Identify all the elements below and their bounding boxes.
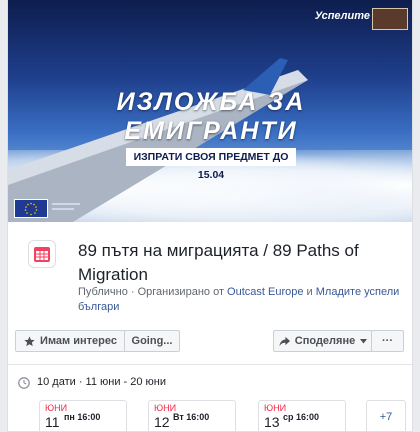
- date-chip[interactable]: ЮНИ 12 Вт 16:00: [148, 400, 236, 431]
- going-button[interactable]: Going...: [124, 330, 180, 352]
- date-time: ср 16:00: [283, 412, 320, 422]
- section-divider: [8, 364, 412, 365]
- date-day: 12: [154, 414, 170, 430]
- more-options-button[interactable]: ···: [371, 330, 404, 352]
- date-day: 11: [45, 414, 60, 430]
- star-icon: [24, 335, 35, 346]
- event-title: 89 пътя на миграцията / 89 Paths of Migr…: [78, 241, 359, 284]
- more-options-label: ···: [382, 335, 393, 347]
- going-label: Going...: [131, 335, 173, 347]
- share-label: Споделяне: [294, 335, 356, 347]
- event-meta: Публично · Организирано от Outcast Europ…: [78, 285, 408, 315]
- date-time: пн 16:00: [64, 412, 101, 422]
- and-label: и: [306, 286, 313, 298]
- organized-by-label: · Организирано от: [130, 286, 224, 298]
- dates-summary: 10 дати · 11 юни - 20 юни: [37, 376, 167, 388]
- event-cover-photo[interactable]: Успелите ИЗЛОЖБА ЗА ЕМИГРАНТИ ИЗПРАТИ СВ…: [8, 0, 412, 222]
- eu-caption-line: [52, 203, 80, 205]
- organizer-link-1[interactable]: Outcast Europe: [227, 286, 303, 298]
- interested-label: Имам интерес: [40, 335, 117, 347]
- date-day: 13: [264, 414, 280, 430]
- brand-name: Успелите: [314, 10, 370, 22]
- share-button[interactable]: Споделяне: [273, 330, 373, 352]
- chevron-down-icon: [360, 338, 368, 343]
- date-chip[interactable]: ЮНИ 13 ср 16:00: [258, 400, 346, 431]
- more-dates-button[interactable]: +7: [366, 400, 406, 431]
- brand-logo: [372, 8, 408, 30]
- clock-icon: [18, 377, 30, 389]
- eu-caption-line: [52, 208, 74, 210]
- share-arrow-icon: [279, 336, 290, 346]
- privacy-label: Публично: [78, 286, 128, 298]
- event-card: Успелите ИЗЛОЖБА ЗА ЕМИГРАНТИ ИЗПРАТИ СВ…: [7, 0, 413, 432]
- date-chip[interactable]: ЮНИ 11 пн 16:00: [39, 400, 127, 431]
- cover-headline-2: ЕМИГРАНТИ: [124, 117, 298, 145]
- calendar-icon: [28, 240, 56, 268]
- cover-headline-1: ИЗЛОЖБА ЗА: [116, 88, 306, 116]
- date-time: Вт 16:00: [173, 412, 210, 422]
- eu-flag-icon: [14, 199, 48, 218]
- interested-button[interactable]: Имам интерес: [15, 330, 126, 352]
- cover-tagline: ИЗПРАТИ СВОЯ ПРЕДМЕТ ДО 15.04: [126, 148, 296, 181]
